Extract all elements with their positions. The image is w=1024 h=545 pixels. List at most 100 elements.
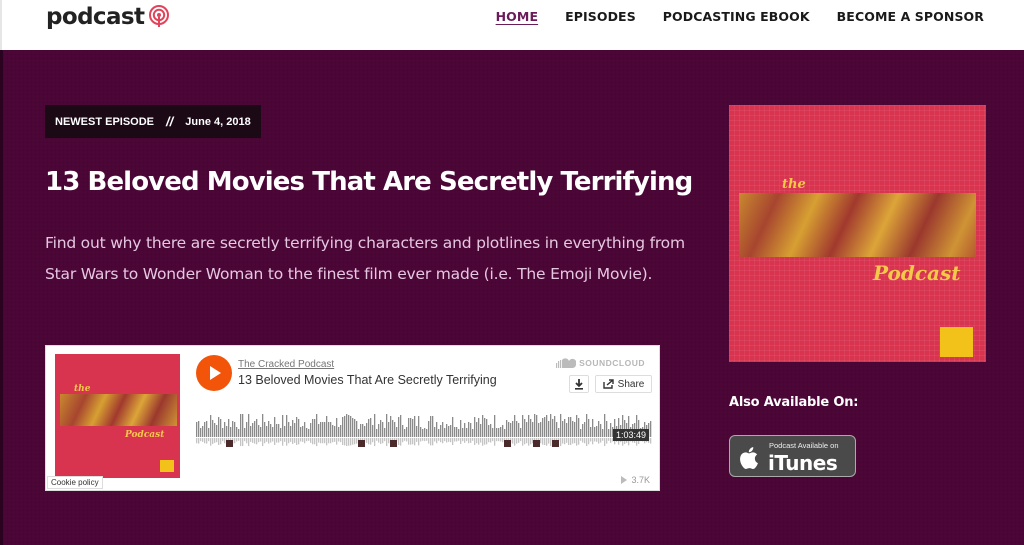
waveform-bar xyxy=(576,415,578,437)
waveform-reflection xyxy=(350,438,352,446)
waveform-reflection xyxy=(528,438,530,446)
waveform-bar xyxy=(370,418,372,437)
nav-episodes[interactable]: EPISODES xyxy=(565,9,636,24)
waveform-bar xyxy=(402,425,404,437)
nav-become-a-sponsor[interactable]: BECOME A SPONSOR xyxy=(837,9,984,24)
waveform-reflection xyxy=(224,438,226,444)
waveform-reflection xyxy=(272,438,274,442)
waveform-bar xyxy=(376,429,378,437)
waveform-reflection xyxy=(606,438,608,444)
waveform-bar xyxy=(308,429,310,437)
comment-avatar-marker[interactable] xyxy=(552,440,559,447)
waveform-reflection xyxy=(268,438,270,444)
waveform-reflection xyxy=(246,438,248,444)
waveform-reflection xyxy=(472,438,474,441)
nav-podcasting-ebook[interactable]: PODCASTING EBOOK xyxy=(663,9,810,24)
waveform-reflection xyxy=(452,438,454,445)
waveform-reflection xyxy=(294,438,296,443)
site-logo[interactable]: podcast xyxy=(46,4,171,30)
waveform-reflection xyxy=(262,438,264,447)
waveform-bar xyxy=(462,428,464,437)
play-button[interactable] xyxy=(196,355,232,391)
waveform-reflection xyxy=(586,438,588,447)
waveform-bar xyxy=(258,425,260,437)
waveform-reflection xyxy=(292,438,294,444)
waveform-bar xyxy=(324,422,326,437)
waveform-reflection xyxy=(594,438,596,442)
waveform-reflection xyxy=(498,438,500,442)
waveform-reflection xyxy=(590,438,592,442)
itunes-badge[interactable]: Podcast Available on iTunes xyxy=(729,435,856,477)
waveform-bar xyxy=(272,427,274,437)
download-button[interactable] xyxy=(569,375,589,393)
waveform-bar xyxy=(466,428,468,437)
waveform-reflection xyxy=(418,438,420,446)
soundcloud-logo[interactable]: SOUNDCLOUD xyxy=(556,358,645,368)
waveform-reflection xyxy=(410,438,412,445)
waveform-bar xyxy=(454,427,456,437)
episode-meta-bar: NEWEST EPISODE // June 4, 2018 xyxy=(45,105,261,138)
comment-avatar-marker[interactable] xyxy=(504,440,511,447)
episode-title[interactable]: 13 Beloved Movies That Are Secretly Terr… xyxy=(45,167,693,197)
waveform-bar xyxy=(332,425,334,437)
waveform-bar xyxy=(350,416,352,437)
waveform-bar xyxy=(522,415,524,437)
waveform-bar xyxy=(216,425,218,437)
waveform-bar xyxy=(578,418,580,437)
waveform-bar xyxy=(212,420,214,437)
itunes-big-label: iTunes xyxy=(768,451,838,475)
waveform-bar xyxy=(594,427,596,437)
waveform-bar xyxy=(386,414,388,437)
waveform-bar xyxy=(396,427,398,437)
waveform-bar xyxy=(566,423,568,437)
waveform-bar xyxy=(296,417,298,437)
waveform-reflection xyxy=(304,438,306,444)
waveform-bar xyxy=(400,415,402,437)
comment-avatar-marker[interactable] xyxy=(226,440,233,447)
waveform-reflection xyxy=(386,438,388,447)
uploader-link[interactable]: The Cracked Podcast xyxy=(238,359,334,370)
waveform-bar xyxy=(502,425,504,437)
waveform-reflection xyxy=(368,438,370,445)
waveform-reflection xyxy=(280,438,282,442)
waveform-reflection xyxy=(470,438,472,443)
waveform-reflection xyxy=(252,438,254,443)
waveform-bar xyxy=(406,427,408,437)
waveform-reflection xyxy=(242,438,244,447)
track-title[interactable]: 13 Beloved Movies That Are Secretly Terr… xyxy=(238,373,497,387)
share-button[interactable]: Share xyxy=(595,375,652,393)
waveform-reflection xyxy=(464,438,466,443)
waveform-bar xyxy=(428,421,430,437)
comment-avatar-marker[interactable] xyxy=(533,440,540,447)
waveform-reflection xyxy=(426,438,428,441)
waveform-bar xyxy=(418,416,420,437)
waveform-bar xyxy=(260,427,262,437)
waveform-bar xyxy=(434,427,436,437)
cookie-policy-link[interactable]: Cookie policy xyxy=(47,476,103,489)
comment-avatar-marker[interactable] xyxy=(390,440,397,447)
track-duration: 1:03:49 xyxy=(613,429,650,441)
waveform-reflection xyxy=(582,438,584,443)
podcast-cover-art[interactable]: the Podcast xyxy=(729,105,986,362)
waveform-bar xyxy=(536,415,538,437)
waveform-bar xyxy=(562,421,564,437)
waveform-reflection xyxy=(296,438,298,445)
waveform-bar xyxy=(472,429,474,437)
waveform-bar xyxy=(538,423,540,437)
waveform-reflection xyxy=(234,438,236,444)
waveform-reflection xyxy=(440,438,442,443)
waveform-bar xyxy=(250,426,252,437)
waveform[interactable] xyxy=(196,407,652,451)
nav-home[interactable]: HOME xyxy=(496,9,538,24)
comment-avatar-marker[interactable] xyxy=(358,440,365,447)
waveform-reflection xyxy=(328,438,330,444)
waveform-reflection xyxy=(602,438,604,441)
waveform-reflection xyxy=(488,438,490,443)
player-artwork[interactable]: the Podcast xyxy=(55,354,180,478)
waveform-reflection xyxy=(270,438,272,443)
waveform-reflection xyxy=(530,438,532,445)
cover-badge xyxy=(940,327,973,357)
waveform-bar xyxy=(440,425,442,437)
waveform-bar xyxy=(480,424,482,437)
site-header: podcast HOME EPISODES PODCASTING EBOOK B… xyxy=(0,0,1024,50)
